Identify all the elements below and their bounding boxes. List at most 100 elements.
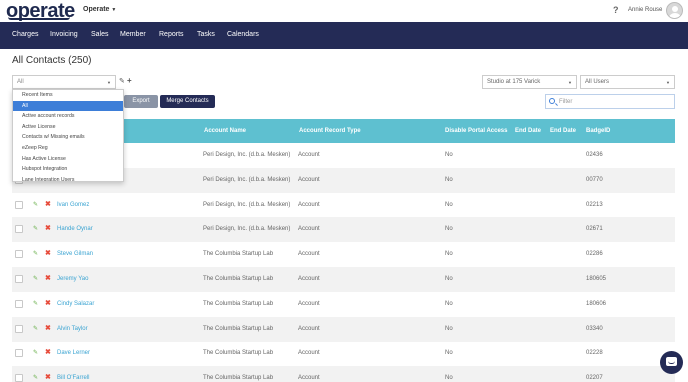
row-checkbox[interactable]	[15, 250, 23, 259]
export-button[interactable]: Export	[124, 95, 158, 108]
caret-down-icon: ▼	[666, 80, 670, 85]
badge-id-cell: 180605	[586, 276, 607, 282]
column-header-end-date[interactable]: End Date	[515, 128, 541, 134]
record-type-cell: Account	[298, 226, 320, 233]
column-header-badge-id[interactable]: BadgeID	[586, 128, 610, 134]
disable-portal-cell: No	[445, 201, 453, 208]
row-checkbox[interactable]	[15, 324, 23, 333]
row-checkbox[interactable]	[15, 374, 23, 382]
avatar[interactable]	[666, 2, 683, 19]
contact-name-link[interactable]: Alvin Taylor	[57, 326, 88, 332]
pencil-icon[interactable]: ✎	[33, 349, 38, 356]
nav-item-invoicing[interactable]: Invoicing	[50, 31, 78, 38]
table-row[interactable]: ✎ ✖ Dave Lerner The Columbia Startup Lab Acc…	[12, 341, 675, 366]
disable-portal-cell: No	[445, 375, 453, 382]
chat-icon[interactable]	[660, 351, 683, 374]
user-name[interactable]: Annie Rouse	[628, 7, 662, 13]
nav-item-charges[interactable]: Charges	[12, 31, 38, 38]
disable-portal-cell: No	[445, 350, 453, 357]
delete-icon[interactable]: ✖	[45, 224, 51, 232]
contact-name-link[interactable]: Bill O'Farrell	[57, 375, 89, 381]
users-select[interactable]: All Users ▼	[580, 75, 675, 89]
delete-icon[interactable]: ✖	[45, 200, 51, 208]
delete-icon[interactable]: ✖	[45, 249, 51, 257]
table-row[interactable]: ✎ ✖ Cindy Salazar The Columbia Startup Lab A…	[12, 292, 675, 317]
top-bar: operate Operate ▼ ? Annie Rouse	[0, 0, 688, 22]
caret-down-icon: ▼	[111, 7, 117, 13]
caret-down-icon: ▼	[107, 80, 111, 85]
contact-name-link[interactable]: Dave Lerner	[57, 350, 90, 356]
dropdown-option[interactable]: All	[13, 100, 123, 112]
record-type-cell: Account	[298, 325, 320, 332]
nav-item-reports[interactable]: Reports	[159, 31, 184, 38]
account-name-cell: The Columbia Startup Lab	[203, 350, 274, 357]
dropdown-option[interactable]: Recent Items	[13, 90, 123, 101]
account-name-cell: The Columbia Startup Lab	[203, 300, 274, 307]
delete-icon[interactable]: ✖	[45, 299, 51, 307]
table-row[interactable]: ✎ ✖ Alvin Taylor The Columbia Startup Lab Ac…	[12, 316, 675, 342]
record-type-cell: Account	[298, 201, 320, 208]
page-title: All Contacts (250)	[12, 55, 92, 66]
pencil-icon[interactable]: ✎	[33, 275, 38, 282]
table-row[interactable]: ✎ ✖ Steve Gilman The Columbia Startup Lab Ac…	[12, 242, 675, 267]
nav-item-member[interactable]: Member	[120, 31, 146, 38]
filter-input[interactable]: Filter	[545, 94, 675, 109]
nav-item-tasks[interactable]: Tasks	[197, 31, 215, 38]
badge-id-cell: 02671	[586, 226, 603, 233]
record-type-cell: Account	[298, 152, 320, 158]
pencil-icon[interactable]: ✎	[33, 225, 38, 232]
column-header-disable-portal[interactable]: Disable Portal Access	[445, 128, 507, 134]
delete-icon[interactable]: ✖	[45, 348, 51, 356]
row-checkbox[interactable]	[15, 200, 23, 209]
column-header-record-type[interactable]: Account Record Type	[299, 128, 361, 134]
badge-id-cell: 00770	[586, 176, 603, 183]
delete-icon[interactable]: ✖	[45, 324, 51, 332]
filter-placeholder: Filter	[559, 99, 573, 105]
row-checkbox[interactable]	[15, 349, 23, 358]
row-checkbox[interactable]	[15, 275, 23, 283]
nav-item-calendars[interactable]: Calendars	[227, 31, 259, 38]
nav-item-sales[interactable]: Sales	[91, 31, 109, 38]
record-type-cell: Account	[298, 300, 320, 307]
record-type-cell: Account	[298, 276, 320, 282]
row-checkbox[interactable]	[15, 299, 23, 308]
contact-name-link[interactable]: Jeremy Yao	[57, 276, 88, 282]
account-name-cell: Peri Design, Inc. (d.b.a. Mesken)	[203, 152, 291, 158]
add-view-icon[interactable]: +	[127, 76, 132, 85]
table-row[interactable]: ✎ ✖ Hande Oynar Peri Design, Inc. (d.b.a. M…	[12, 217, 675, 243]
users-select-value: All Users	[585, 79, 610, 85]
main-nav: Charges Invoicing Sales Member Reports T…	[0, 22, 688, 49]
table-row[interactable]: ✎ ✖ Ivan Gomez Peri Design, Inc. (d.b.a. Me…	[12, 193, 675, 218]
pencil-icon[interactable]: ✎	[33, 250, 38, 257]
table-row[interactable]: ✎ ✖ Jeremy Yao The Columbia Startup Lab Acco…	[12, 267, 675, 292]
contact-name-link[interactable]: Steve Gilman	[57, 251, 93, 257]
contact-name-link[interactable]: Cindy Salazar	[57, 301, 94, 307]
pencil-icon[interactable]: ✎	[33, 374, 38, 381]
view-select[interactable]: All ▼	[12, 75, 116, 89]
help-icon[interactable]: ?	[613, 5, 619, 15]
dropdown-option[interactable]: Hubspot Integration	[13, 164, 123, 175]
dropdown-option[interactable]: Active License	[13, 122, 123, 133]
edit-view-icon[interactable]: ✎	[119, 77, 125, 85]
merge-contacts-button[interactable]: Merge Contacts	[160, 95, 215, 108]
pencil-icon[interactable]: ✎	[33, 325, 38, 332]
delete-icon[interactable]: ✖	[45, 373, 51, 381]
row-checkbox[interactable]	[15, 225, 23, 234]
dropdown-option[interactable]: eZeep Reg	[13, 143, 123, 154]
dropdown-option[interactable]: Active account records	[13, 111, 123, 122]
badge-id-cell: 03340	[586, 325, 603, 332]
dropdown-option[interactable]: Contacts w/ Missing emails	[13, 132, 123, 143]
location-menu[interactable]: Operate ▼	[83, 6, 116, 13]
contact-name-link[interactable]: Hande Oynar	[57, 226, 93, 232]
account-name-cell: The Columbia Startup Lab	[203, 325, 274, 332]
dropdown-option[interactable]: Lane Integration Users	[13, 175, 123, 181]
column-header-end-date-2[interactable]: End Date	[550, 128, 576, 134]
table-row[interactable]: ✎ ✖ Bill O'Farrell The Columbia Startup Lab…	[12, 366, 675, 382]
column-header-account-name[interactable]: Account Name	[204, 128, 246, 134]
delete-icon[interactable]: ✖	[45, 274, 51, 282]
pencil-icon[interactable]: ✎	[33, 300, 38, 307]
dropdown-option[interactable]: Has Active License	[13, 154, 123, 165]
pencil-icon[interactable]: ✎	[33, 201, 38, 208]
location-select[interactable]: Studio at 175 Varick ▼	[482, 75, 577, 89]
contact-name-link[interactable]: Ivan Gomez	[57, 202, 89, 208]
